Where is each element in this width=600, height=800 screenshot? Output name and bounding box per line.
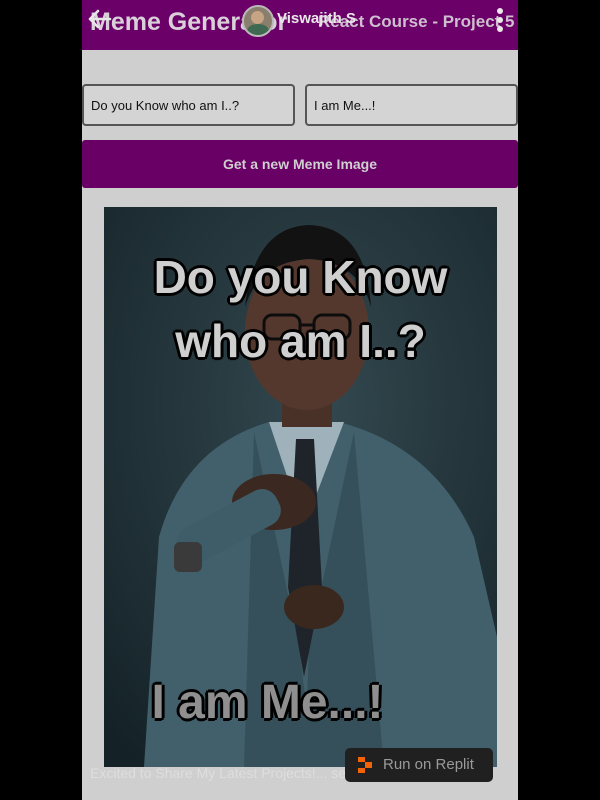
replit-logo-icon xyxy=(358,757,372,773)
run-on-replit-button[interactable]: Run on Replit xyxy=(345,748,493,782)
app-screen: Meme Generator React Course - Project 5 … xyxy=(82,0,518,800)
top-text-input[interactable] xyxy=(82,84,295,126)
user-name[interactable]: Viswajith S xyxy=(277,10,356,27)
run-on-replit-label: Run on Replit xyxy=(383,756,474,773)
bottom-text-input[interactable] xyxy=(305,84,518,126)
get-meme-button[interactable]: Get a new Meme Image xyxy=(82,140,518,188)
meme-bottom-text: I am Me...! xyxy=(151,676,384,729)
more-vert-icon[interactable] xyxy=(494,6,506,34)
meme-image: Do you Know who am I..? I am Me...! xyxy=(104,207,497,767)
back-arrow-icon[interactable] xyxy=(86,6,112,32)
avatar[interactable] xyxy=(242,5,274,37)
meme-top-text: Do you Know who am I..? xyxy=(153,251,448,367)
